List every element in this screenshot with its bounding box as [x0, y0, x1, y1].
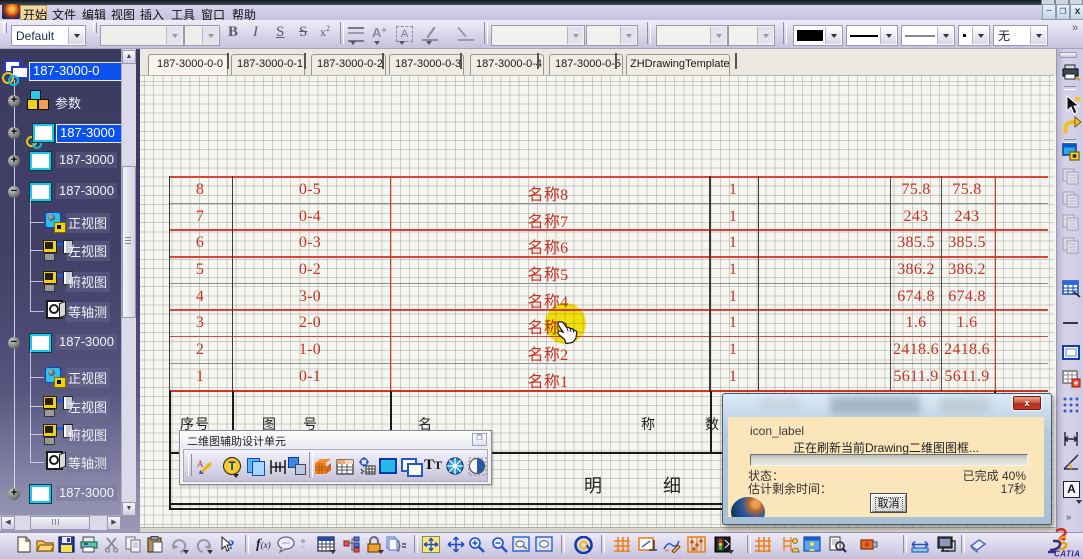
svg-text:?: ? [228, 537, 235, 552]
svg-text:CATIA: CATIA [1054, 550, 1080, 558]
svg-text:}: } [397, 538, 401, 552]
svg-text:A: A [197, 459, 204, 469]
